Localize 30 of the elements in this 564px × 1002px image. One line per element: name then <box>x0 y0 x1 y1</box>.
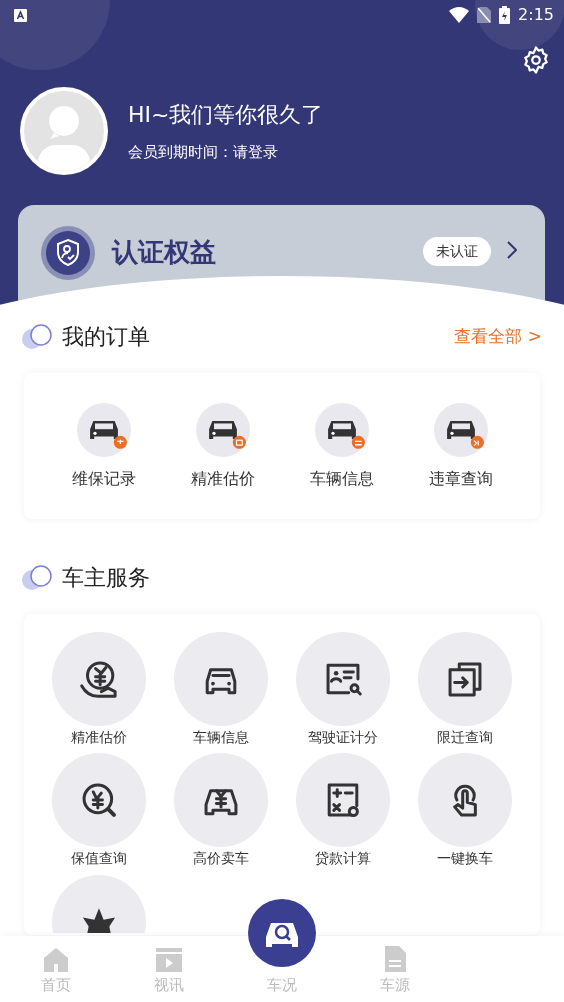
order-label: 违章查询 <box>428 468 493 490</box>
service-label: 限迁查询 <box>437 730 493 746</box>
service-label: 驾驶证计分 <box>308 730 378 746</box>
tab-label: 车况 <box>267 974 297 996</box>
service-button[interactable] <box>52 874 146 933</box>
section-bubbles-icon <box>20 564 54 591</box>
order-label: 车辆信息 <box>309 468 374 490</box>
section-title: 车主服务 <box>62 564 150 592</box>
battery-icon <box>499 6 511 24</box>
service-label: 车辆信息 <box>193 730 249 746</box>
wifi-icon <box>449 7 470 23</box>
certification-title: 认证权益 <box>112 236 216 269</box>
service-label: 贷款计算 <box>315 851 371 867</box>
membership-text: 会员到期时间：请登录 <box>128 142 279 164</box>
service-label: 保值查询 <box>71 851 127 867</box>
service-label: 一键换车 <box>437 851 493 867</box>
section-bubbles-icon <box>20 323 54 350</box>
shield-icon <box>40 225 96 281</box>
settings-icon[interactable] <box>521 45 551 75</box>
order-label: 维保记录 <box>71 468 136 490</box>
no-sim-icon <box>477 7 492 23</box>
chevron-right-icon <box>507 241 517 259</box>
greeting: HI~我们等你很久了 <box>128 101 324 130</box>
order-label: 精准估价 <box>190 468 255 490</box>
certification-status: 未认证 <box>423 237 491 266</box>
status-time: 2:15 <box>518 4 554 26</box>
service-label: 精准估价 <box>71 730 127 746</box>
section-title: 我的订单 <box>62 323 150 351</box>
notification-icon <box>14 8 27 22</box>
service-label: 高价卖车 <box>193 851 249 867</box>
